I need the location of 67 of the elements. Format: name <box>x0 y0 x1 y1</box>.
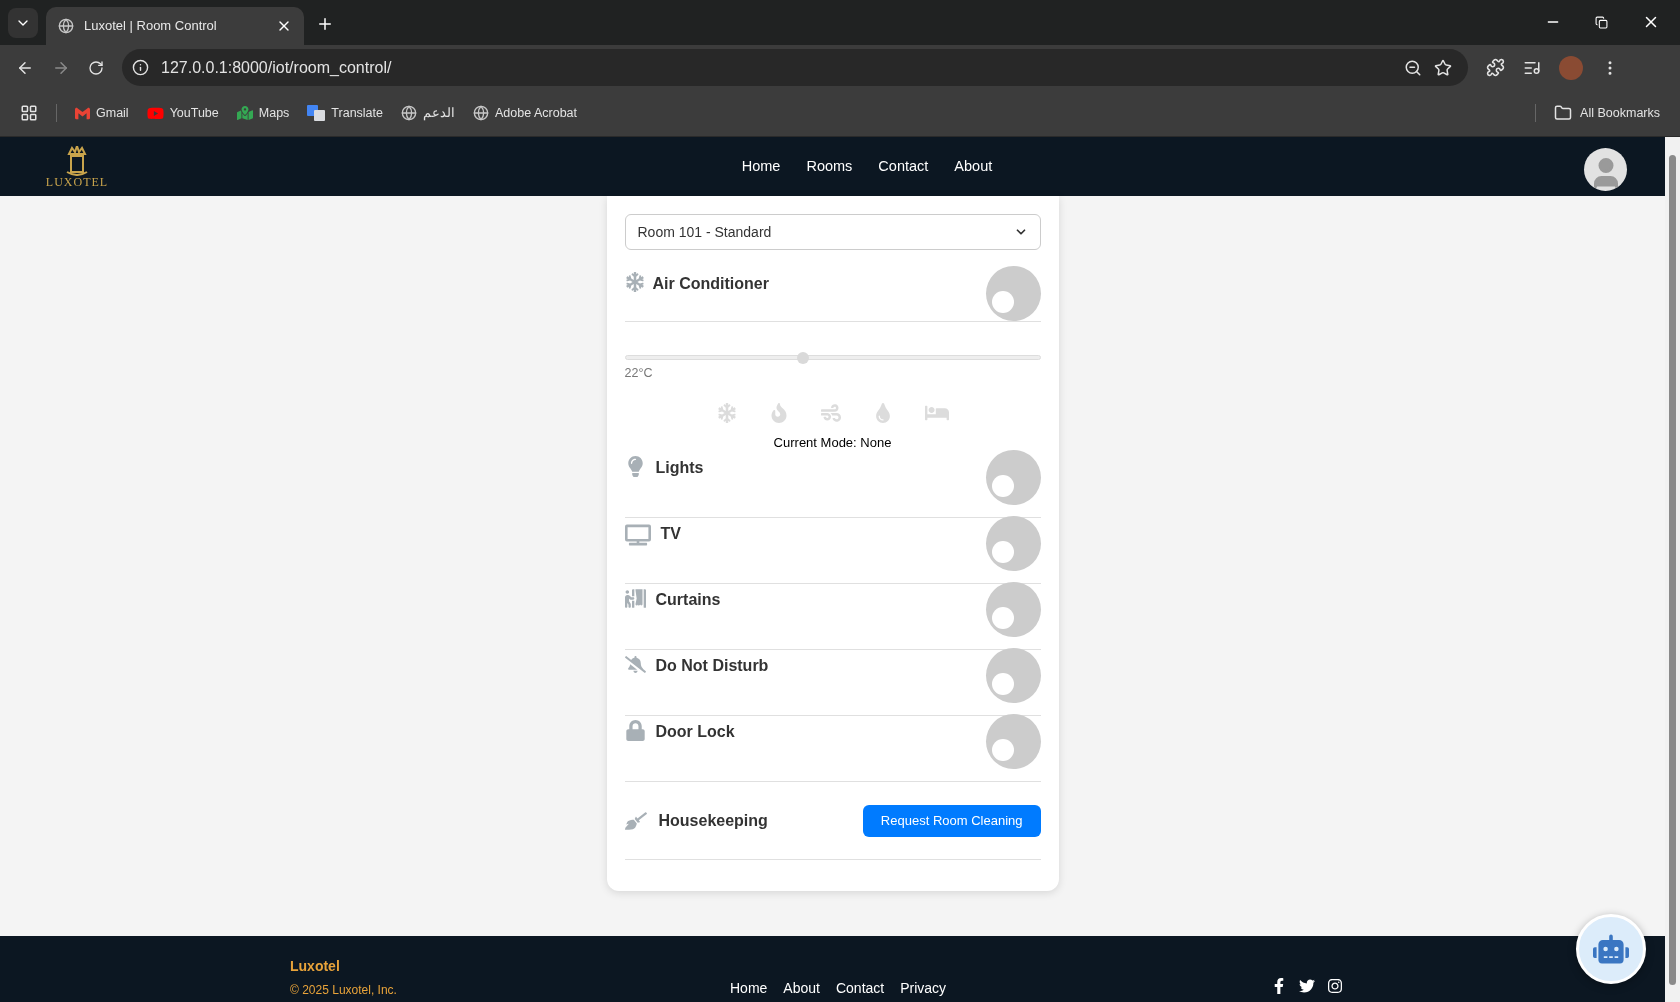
nav-link[interactable]: About <box>954 155 993 178</box>
broom-icon <box>624 809 647 832</box>
request-cleaning-button[interactable]: Request Room Cleaning <box>862 804 1041 837</box>
snowflake-icon <box>624 272 645 292</box>
mail-icon <box>75 105 90 121</box>
chatbot-button[interactable] <box>1576 914 1646 984</box>
footer-brand: Luxotel <box>290 957 340 976</box>
bookmark-link[interactable]: Adobe Acrobat <box>473 103 578 123</box>
nav-link[interactable]: Rooms <box>806 155 853 178</box>
bookmark-link[interactable]: Maps <box>236 103 290 123</box>
device-label: Curtains <box>655 590 721 611</box>
footer-link[interactable]: Privacy <box>900 978 947 999</box>
star-icon[interactable] <box>1434 58 1452 77</box>
address-bar[interactable]: 127.0.0.1:8000/iot/room_control/ <box>122 49 1468 86</box>
device-label: Do Not Disturb <box>655 656 769 677</box>
castle-icon <box>65 145 89 176</box>
zoom-out-icon[interactable] <box>1404 58 1422 77</box>
info-icon[interactable] <box>132 59 149 76</box>
bookmark-label: Gmail <box>96 104 129 122</box>
bookmark-label: Maps <box>258 104 290 122</box>
extensions-icon[interactable] <box>1486 58 1505 77</box>
nav-link[interactable]: Home <box>741 155 781 178</box>
device-label: Door Lock <box>655 722 735 743</box>
apps-icon[interactable] <box>20 104 38 122</box>
bookmark-link[interactable]: Translate <box>307 103 383 123</box>
all-bookmarks-button[interactable]: All Bookmarks <box>1554 103 1660 123</box>
instagram-icon[interactable] <box>1327 978 1344 994</box>
tab-title: Luxotel | Room Control <box>84 17 218 36</box>
translate-icon <box>307 105 326 121</box>
temperature-reading: 22°C <box>624 365 653 382</box>
folder-icon <box>1554 104 1573 122</box>
lock-icon <box>624 720 646 742</box>
footer-link[interactable]: Home <box>730 978 768 999</box>
toggle-switch[interactable] <box>985 266 1041 321</box>
bookmark-link[interactable]: YouTube <box>146 103 219 123</box>
globe-icon <box>58 18 74 34</box>
bookmark-link[interactable]: Gmail <box>75 103 129 123</box>
device-label: TV <box>660 524 681 545</box>
curtains-icon <box>624 588 646 610</box>
room-select[interactable]: Room 101 - Standard <box>624 214 1041 250</box>
temperature-slider[interactable] <box>624 352 1041 362</box>
tab-list-button[interactable] <box>8 8 38 38</box>
bookmark-label: YouTube <box>169 104 219 122</box>
profile-avatar[interactable] <box>1584 148 1627 191</box>
logo[interactable]: LUXOTEL <box>40 145 114 188</box>
bookmark-label: Translate <box>331 104 383 122</box>
restore-icon[interactable] <box>1595 15 1608 29</box>
footer-link[interactable]: Contact <box>835 978 885 999</box>
url-text: 127.0.0.1:8000/iot/room_control/ <box>161 57 393 78</box>
device-label: Lights <box>655 458 704 479</box>
footer-link[interactable]: About <box>783 978 820 999</box>
twitter-icon[interactable] <box>1299 978 1316 994</box>
device-label: Housekeeping <box>658 810 769 831</box>
device-label: Air Conditioner <box>652 274 770 294</box>
reload-icon[interactable] <box>88 59 104 76</box>
globe-icon <box>473 105 489 121</box>
globe-icon <box>401 105 417 121</box>
bookmark-label: Adobe Acrobat <box>495 104 578 122</box>
browser-tab[interactable]: Luxotel | Room Control <box>46 7 304 45</box>
current-mode-text: Current Mode: None <box>773 433 892 452</box>
bookmark-link[interactable]: الدعم <box>401 103 455 123</box>
bookmark-label: الدعم <box>423 104 455 123</box>
new-tab-icon[interactable] <box>316 15 334 33</box>
map-icon <box>236 105 253 121</box>
bell-slash-icon <box>624 654 646 676</box>
nav-link[interactable]: Contact <box>878 155 929 178</box>
copyright-text: © 2025 Luxotel, Inc. <box>290 982 397 999</box>
